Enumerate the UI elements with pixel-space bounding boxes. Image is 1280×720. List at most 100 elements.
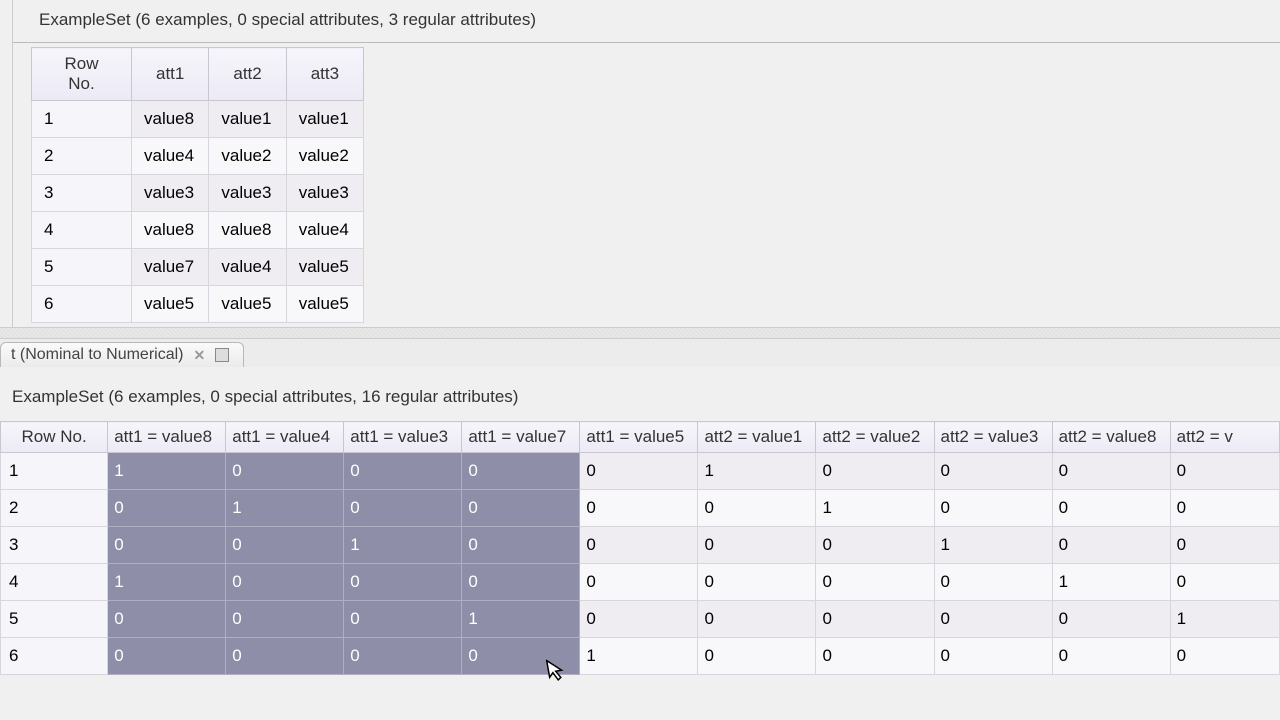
data-cell[interactable]: 0 <box>344 601 462 638</box>
col-header[interactable]: att2 = v <box>1170 422 1279 453</box>
data-cell[interactable]: value1 <box>209 101 286 138</box>
data-cell[interactable]: value8 <box>132 101 209 138</box>
data-cell[interactable]: value8 <box>209 212 286 249</box>
col-header[interactable]: att1 = value4 <box>226 422 344 453</box>
data-cell[interactable]: 0 <box>934 490 1052 527</box>
data-cell[interactable]: 1 <box>108 564 226 601</box>
col-att3[interactable]: att3 <box>286 48 363 101</box>
data-cell[interactable]: 0 <box>934 601 1052 638</box>
data-cell[interactable]: 0 <box>226 638 344 675</box>
tab-nominal-to-numerical[interactable]: t (Nominal to Numerical) ✕ <box>0 342 244 367</box>
data-cell[interactable]: value5 <box>209 286 286 323</box>
data-cell[interactable]: value3 <box>132 175 209 212</box>
table-row[interactable]: 5value7value4value5 <box>32 249 364 286</box>
data-cell[interactable]: value5 <box>286 286 363 323</box>
data-cell[interactable]: 0 <box>108 601 226 638</box>
data-cell[interactable]: 0 <box>580 527 698 564</box>
data-cell[interactable]: 0 <box>580 601 698 638</box>
data-cell[interactable]: 0 <box>1170 564 1279 601</box>
data-cell[interactable]: 0 <box>1170 490 1279 527</box>
col-header[interactable]: att1 = value8 <box>108 422 226 453</box>
data-cell[interactable]: 0 <box>226 601 344 638</box>
data-cell[interactable]: value3 <box>286 175 363 212</box>
data-cell[interactable]: 1 <box>226 490 344 527</box>
data-cell[interactable]: 0 <box>226 527 344 564</box>
data-cell[interactable]: value2 <box>209 138 286 175</box>
data-cell[interactable]: value4 <box>209 249 286 286</box>
data-cell[interactable]: value8 <box>132 212 209 249</box>
data-cell[interactable]: 0 <box>816 527 934 564</box>
data-cell[interactable]: 0 <box>344 490 462 527</box>
data-cell[interactable]: 0 <box>462 453 580 490</box>
data-cell[interactable]: 0 <box>1170 453 1279 490</box>
data-cell[interactable]: 0 <box>226 564 344 601</box>
data-cell[interactable]: 0 <box>344 638 462 675</box>
data-cell[interactable]: 0 <box>816 453 934 490</box>
close-icon[interactable]: ✕ <box>193 347 205 364</box>
data-cell[interactable]: 0 <box>934 453 1052 490</box>
col-header[interactable]: att2 = value8 <box>1052 422 1170 453</box>
table-row[interactable]: 4value8value8value4 <box>32 212 364 249</box>
table-row[interactable]: 11000010000 <box>1 453 1280 490</box>
table-row[interactable]: 41000000010 <box>1 564 1280 601</box>
col-rowno[interactable]: Row No. <box>32 48 132 101</box>
col-header[interactable]: att1 = value5 <box>580 422 698 453</box>
table-row[interactable]: 50001000001 <box>1 601 1280 638</box>
data-cell[interactable]: 0 <box>108 638 226 675</box>
data-cell[interactable]: 0 <box>580 453 698 490</box>
data-cell[interactable]: value2 <box>286 138 363 175</box>
data-cell[interactable]: 0 <box>462 638 580 675</box>
data-cell[interactable]: 0 <box>698 490 816 527</box>
data-cell[interactable]: value5 <box>286 249 363 286</box>
table-row[interactable]: 1value8value1value1 <box>32 101 364 138</box>
data-cell[interactable]: 0 <box>1052 601 1170 638</box>
col-att1[interactable]: att1 <box>132 48 209 101</box>
data-cell[interactable]: 0 <box>1052 527 1170 564</box>
data-cell[interactable]: 0 <box>816 638 934 675</box>
data-cell[interactable]: 0 <box>108 527 226 564</box>
data-cell[interactable]: 1 <box>580 638 698 675</box>
data-cell[interactable]: 1 <box>698 453 816 490</box>
col-header[interactable]: att2 = value2 <box>816 422 934 453</box>
data-cell[interactable]: value4 <box>132 138 209 175</box>
col-header[interactable]: att1 = value3 <box>344 422 462 453</box>
data-cell[interactable]: 0 <box>1052 490 1170 527</box>
data-cell[interactable]: 0 <box>462 527 580 564</box>
data-cell[interactable]: 0 <box>1052 638 1170 675</box>
col-header[interactable]: att2 = value1 <box>698 422 816 453</box>
data-cell[interactable]: 0 <box>698 601 816 638</box>
data-cell[interactable]: 0 <box>1052 453 1170 490</box>
data-cell[interactable]: 0 <box>580 490 698 527</box>
data-cell[interactable]: 0 <box>698 527 816 564</box>
data-cell[interactable]: value1 <box>286 101 363 138</box>
restore-icon[interactable] <box>215 348 229 362</box>
data-cell[interactable]: value7 <box>132 249 209 286</box>
col-header[interactable]: att2 = value3 <box>934 422 1052 453</box>
data-cell[interactable]: 0 <box>108 490 226 527</box>
data-cell[interactable]: 1 <box>344 527 462 564</box>
data-cell[interactable]: value5 <box>132 286 209 323</box>
col-rowno[interactable]: Row No. <box>1 422 108 453</box>
data-cell[interactable]: 0 <box>580 564 698 601</box>
panel-divider[interactable] <box>0 327 1280 339</box>
table-row[interactable]: 3value3value3value3 <box>32 175 364 212</box>
data-cell[interactable]: 1 <box>462 601 580 638</box>
data-cell[interactable]: 0 <box>816 564 934 601</box>
table-row[interactable]: 60000100000 <box>1 638 1280 675</box>
data-cell[interactable]: 1 <box>108 453 226 490</box>
data-cell[interactable]: 0 <box>816 601 934 638</box>
data-cell[interactable]: 0 <box>1170 638 1279 675</box>
col-header[interactable]: att1 = value7 <box>462 422 580 453</box>
data-cell[interactable]: value4 <box>286 212 363 249</box>
table-row[interactable]: 6value5value5value5 <box>32 286 364 323</box>
data-cell[interactable]: 1 <box>816 490 934 527</box>
table-row[interactable]: 20100001000 <box>1 490 1280 527</box>
data-cell[interactable]: 0 <box>934 564 1052 601</box>
col-att2[interactable]: att2 <box>209 48 286 101</box>
data-cell[interactable]: 0 <box>462 490 580 527</box>
data-cell[interactable]: 0 <box>934 638 1052 675</box>
data-cell[interactable]: 1 <box>1052 564 1170 601</box>
data-cell[interactable]: 0 <box>344 564 462 601</box>
table-row[interactable]: 2value4value2value2 <box>32 138 364 175</box>
data-cell[interactable]: 0 <box>226 453 344 490</box>
